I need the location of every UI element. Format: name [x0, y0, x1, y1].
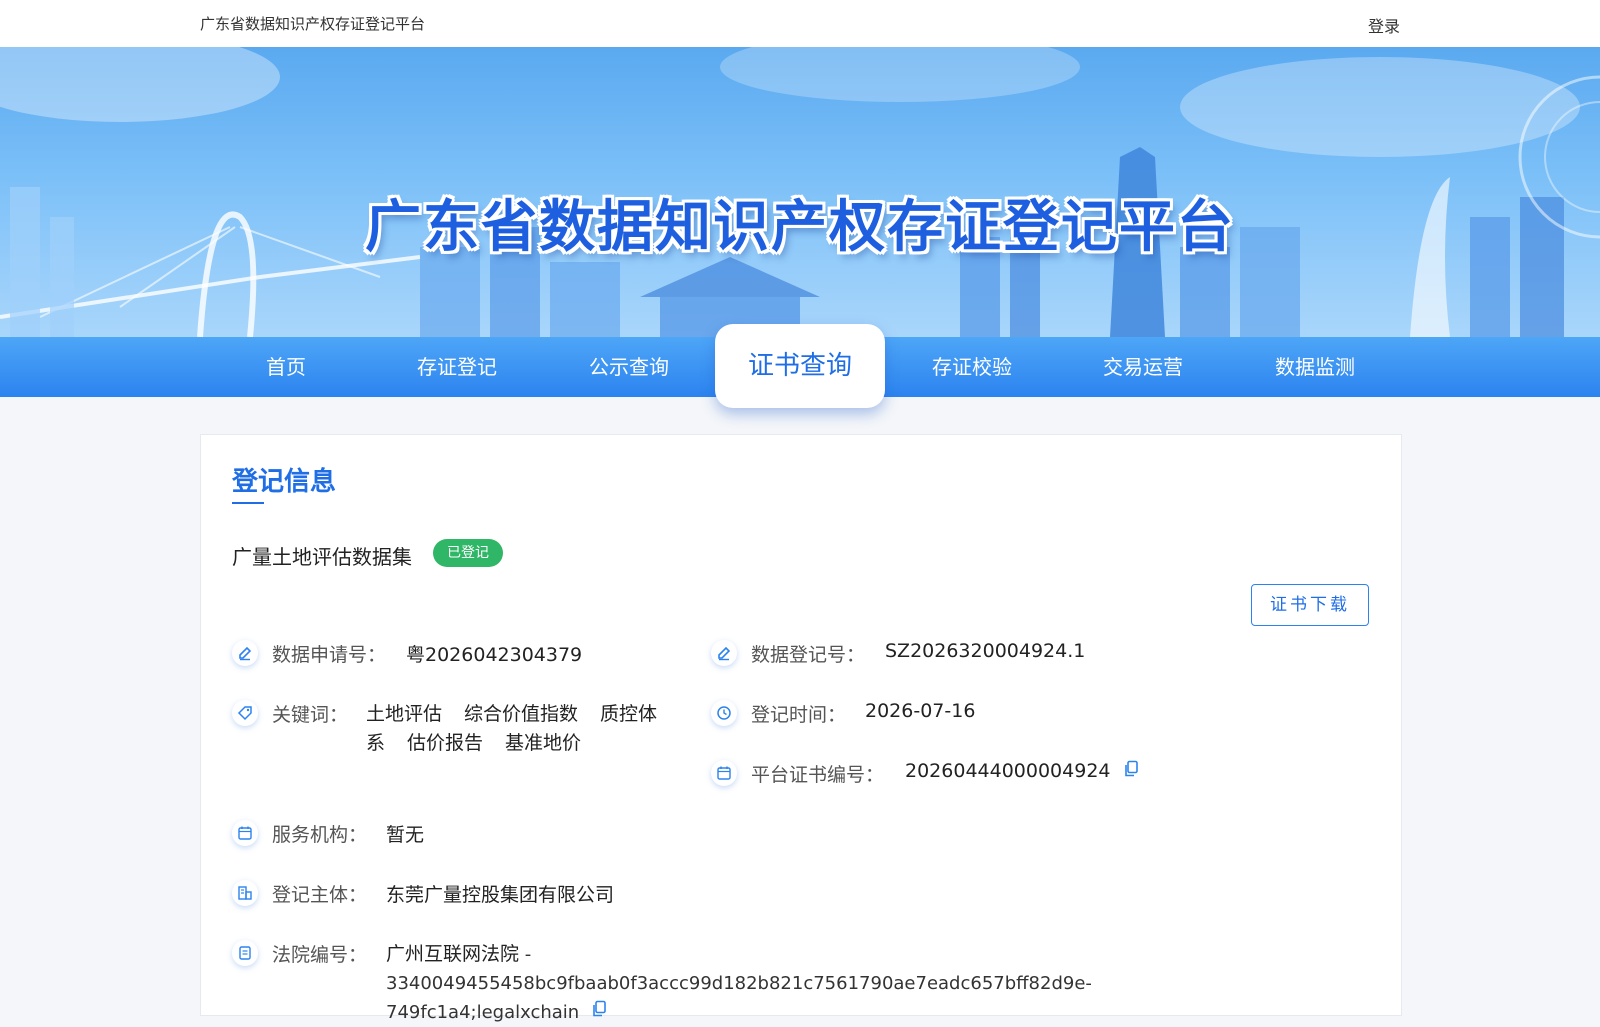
- calendar-icon: [711, 760, 737, 786]
- registration-time-value: 2026-07-16: [865, 700, 976, 722]
- certificate-no-value: 20260444000004924: [905, 760, 1111, 782]
- dataset-name: 广量土地评估数据集: [232, 545, 412, 569]
- section-title: 登记信息: [232, 467, 337, 497]
- registration-no-value: SZ2026320004924.1: [885, 640, 1086, 662]
- application-no-label: 数据申请号：: [272, 644, 387, 666]
- court-no-value: 广州互联网法院 - 3340049455458bc9fbaab0f3accc99…: [386, 940, 1206, 1027]
- application-no-value: 粤2026042304379: [406, 644, 583, 666]
- nav-deposit-verify[interactable]: 存证校验: [892, 337, 1052, 397]
- nav-data-monitor[interactable]: 数据监测: [1235, 337, 1395, 397]
- section-title-underline: [232, 502, 264, 504]
- login-link[interactable]: 登录: [1368, 13, 1400, 37]
- keyword-item: 估价报告: [407, 732, 484, 754]
- nav-public-query[interactable]: 公示查询: [549, 337, 709, 397]
- edit-icon: [711, 640, 737, 666]
- nav-deposit-register[interactable]: 存证登记: [377, 337, 537, 397]
- edit-icon: [232, 640, 258, 666]
- banner-title: 广东省数据知识产权存证登记平台: [365, 195, 1235, 260]
- nav-home[interactable]: 首页: [206, 337, 366, 397]
- registrant-label: 登记主体：: [272, 884, 368, 906]
- site-title: 广东省数据知识产权存证登记平台: [200, 15, 426, 33]
- clock-icon: [711, 700, 737, 726]
- copy-icon[interactable]: [591, 998, 607, 1027]
- keyword-item: 综合价值指数: [464, 703, 579, 725]
- tag-icon: [232, 700, 258, 726]
- keyword-item: 土地评估: [366, 703, 443, 725]
- keywords-label: 关键词：: [272, 704, 349, 726]
- court-name: 广州互联网法院: [386, 943, 520, 965]
- keyword-item: 基准地价: [505, 732, 582, 754]
- service-agency-label: 服务机构：: [272, 824, 368, 846]
- certificate-no-label: 平台证书编号：: [751, 764, 885, 786]
- nav-trade-operation[interactable]: 交易运营: [1063, 337, 1223, 397]
- registration-no-label: 数据登记号：: [751, 644, 866, 666]
- certificate-no-value-wrap: 20260444000004924: [905, 760, 1139, 783]
- nav-certificate-query[interactable]: 证书查询: [715, 324, 885, 408]
- document-icon: [232, 940, 258, 966]
- registration-info-card: 登记信息 广量土地评估数据集 已登记 证书下载 数据申请号： 粤20260423…: [200, 434, 1402, 1023]
- top-bar: 广东省数据知识产权存证登记平台 登录: [0, 0, 1600, 47]
- copy-icon[interactable]: [1123, 760, 1139, 783]
- keywords-list: 土地评估 综合价值指数 质控体系 估价报告 基准地价: [366, 700, 686, 758]
- hero-banner: 广东省数据知识产权存证登记平台: [0, 47, 1600, 337]
- status-badge: 已登记: [433, 539, 503, 567]
- main-nav: 首页 存证登记 公示查询 证书查询 存证校验 交易运营 数据监测: [0, 324, 1600, 408]
- building-icon: [232, 880, 258, 906]
- service-agency-value: 暂无: [386, 824, 425, 846]
- court-no-label: 法院编号：: [272, 944, 368, 966]
- registrant-value: 东莞广量控股集团有限公司: [386, 884, 615, 906]
- registration-time-label: 登记时间：: [751, 704, 847, 726]
- certificate-download-button[interactable]: 证书下载: [1251, 584, 1369, 626]
- calendar-icon: [232, 820, 258, 846]
